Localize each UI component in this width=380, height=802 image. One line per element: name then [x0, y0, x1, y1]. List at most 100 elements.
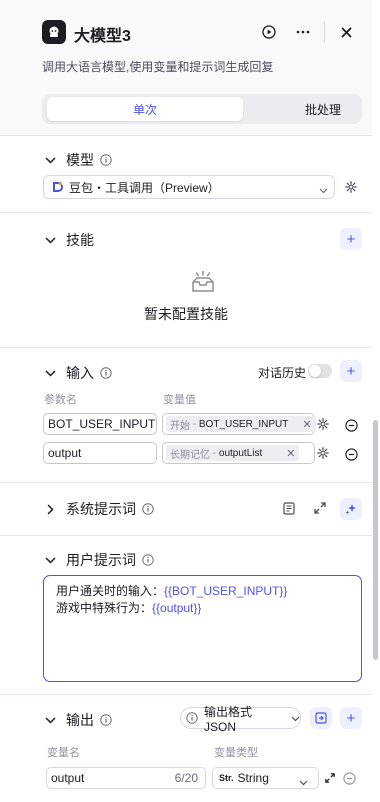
minus-circle-icon — [342, 771, 356, 785]
chat-history-toggle[interactable] — [308, 364, 332, 378]
node-description[interactable]: 调用大语言模型,使用变量和提示词生成回复 — [42, 58, 273, 75]
chevron-down-icon — [291, 711, 300, 725]
chevron-down-icon — [299, 775, 308, 789]
model-section-title: 模型 — [66, 152, 94, 168]
play-circle-icon — [262, 25, 276, 39]
plus-icon: + — [346, 230, 356, 248]
output-section-header[interactable]: 输出 — [44, 710, 112, 730]
param-name-input[interactable]: BOT_USER_INPUT — [43, 413, 157, 435]
chevron-down-icon — [44, 154, 56, 166]
prompt-library-button[interactable] — [279, 498, 299, 518]
remove-tag-icon[interactable]: ✕ — [286, 447, 295, 460]
remove-param-button[interactable] — [344, 418, 358, 432]
system-prompt-section: 系统提示词 — [0, 482, 372, 535]
output-name-input[interactable]: output 6/20 — [46, 767, 206, 789]
prompt-line: 游戏中特殊行为：{{output}} — [56, 600, 349, 617]
gear-icon — [345, 181, 357, 193]
add-skill-button[interactable]: + — [340, 228, 362, 250]
ai-optimize-button[interactable] — [340, 498, 362, 520]
minus-circle-icon — [344, 418, 358, 432]
system-prompt-section-header[interactable]: 系统提示词 — [44, 499, 154, 519]
model-section-header[interactable]: 模型 — [44, 150, 112, 170]
doubao-logo-icon — [53, 181, 63, 192]
plus-icon: + — [346, 709, 356, 727]
variable-source: 长期记忆 — [170, 449, 210, 461]
run-mode-tabs: 单次 批处理 — [42, 94, 362, 124]
output-type-value: String — [237, 771, 269, 785]
param-value-reference[interactable]: 开始 - BOT_USER_INPUT ✕ — [162, 413, 316, 435]
panel-scrollbar[interactable] — [373, 420, 378, 660]
info-icon — [100, 154, 112, 166]
minus-circle-icon — [344, 447, 358, 461]
tab-single[interactable]: 单次 — [47, 97, 243, 121]
param-settings-button[interactable] — [313, 443, 333, 463]
gear-icon — [317, 447, 329, 459]
output-name-column-header: 变量名 — [47, 747, 80, 759]
document-icon — [283, 501, 295, 515]
close-icon — [341, 27, 351, 37]
output-type-select[interactable]: Str. String — [212, 767, 319, 789]
import-json-button[interactable] — [310, 707, 332, 729]
header-divider — [324, 21, 325, 43]
close-button[interactable] — [334, 20, 358, 44]
remove-param-button[interactable] — [344, 447, 358, 461]
output-expand-button[interactable] — [320, 768, 340, 788]
prompt-variable: {{BOT_USER_INPUT}} — [164, 584, 288, 598]
panel-header: 大模型3 调用大语言模型,使用变量和提示词生成回复 单次 批处理 — [0, 0, 372, 135]
more-options-button[interactable] — [291, 20, 315, 44]
expand-icon — [314, 502, 326, 514]
param-name-input[interactable]: output — [43, 442, 157, 464]
variable-name: BOT_USER_INPUT — [198, 418, 289, 430]
add-output-button[interactable]: + — [340, 707, 362, 729]
variable-tag: 开始 - BOT_USER_INPUT ✕ — [166, 416, 316, 432]
more-dots-icon — [296, 30, 310, 34]
input-section-header[interactable]: 输入 — [44, 363, 112, 383]
chevron-down-icon — [319, 183, 328, 197]
param-settings-button[interactable] — [313, 414, 333, 434]
chevron-down-icon — [44, 367, 56, 379]
output-format-label: 输出格式 JSON — [204, 704, 253, 734]
model-section: 模型 — [0, 135, 372, 212]
system-prompt-section-title: 系统提示词 — [66, 501, 136, 517]
llm-node-icon — [42, 20, 66, 44]
selected-model-label: 豆包・工具调用（Preview） — [69, 180, 220, 195]
import-icon — [315, 712, 327, 724]
param-value-reference[interactable]: 长期记忆 - outputList ✕ — [162, 442, 315, 464]
info-icon — [186, 712, 198, 724]
toggle-knob — [309, 365, 321, 377]
char-counter: 6/20 — [174, 771, 198, 785]
skills-section-title: 技能 — [66, 232, 94, 248]
remove-output-button[interactable] — [342, 771, 356, 785]
chevron-down-icon — [44, 234, 56, 246]
expand-button[interactable] — [310, 498, 330, 518]
node-title[interactable]: 大模型3 — [74, 22, 131, 46]
prompt-text: 游戏中特殊行为： — [56, 601, 153, 615]
input-section-title: 输入 — [66, 365, 94, 381]
add-input-button[interactable]: + — [340, 360, 362, 382]
empty-box-icon — [190, 270, 216, 299]
tab-batch[interactable]: 批处理 — [247, 97, 380, 121]
model-select[interactable]: 豆包・工具调用（Preview） — [43, 175, 335, 199]
node-config-panel: 大模型3 调用大语言模型,使用变量和提示词生成回复 单次 批处理 模型 豆包・工… — [0, 0, 372, 802]
run-test-button[interactable] — [257, 20, 281, 44]
variable-source: 开始 — [170, 420, 190, 432]
param-name-column-header: 参数名 — [44, 394, 77, 406]
chevron-down-icon — [44, 714, 56, 726]
param-value-column-header: 变量值 — [163, 394, 196, 406]
chevron-right-icon — [44, 503, 56, 515]
model-settings-button[interactable] — [341, 177, 361, 197]
info-icon — [100, 367, 112, 379]
info-icon — [142, 554, 154, 566]
user-prompt-editor[interactable]: 用户通关时的输入：{{BOT_USER_INPUT}} 游戏中特殊行为：{{ou… — [43, 575, 362, 682]
info-icon — [100, 714, 112, 726]
string-type-icon: Str. — [219, 773, 234, 783]
variable-name: outputList — [218, 447, 263, 459]
variable-tag: 长期记忆 - outputList ✕ — [166, 445, 300, 461]
skills-section: 技能 + 暂未配置技能 — [0, 212, 372, 347]
plus-icon: + — [346, 362, 356, 380]
chevron-down-icon — [44, 554, 56, 566]
remove-tag-icon[interactable]: ✕ — [302, 418, 311, 431]
output-format-select[interactable]: 输出格式 JSON — [180, 705, 301, 734]
user-prompt-section-header[interactable]: 用户提示词 — [44, 550, 154, 570]
skills-section-header[interactable]: 技能 — [44, 230, 94, 250]
